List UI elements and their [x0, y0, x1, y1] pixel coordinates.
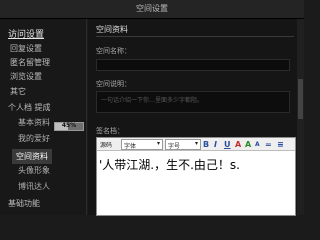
chevron-down-icon: ▾	[194, 140, 198, 147]
sidebar-item-other[interactable]: 其它	[10, 86, 26, 97]
editor-text: '人带江湖.，生不.由己！s.	[99, 158, 240, 172]
sidebar-item-hobbies[interactable]: 我的爱好	[18, 133, 50, 144]
space-desc-label: 空间说明：	[96, 80, 131, 88]
main-panel: 空间资料 空间名称： 空间说明： 一句话介绍一下你…里面多少字都阻。 签名档： …	[88, 19, 304, 216]
sidebar-item-anonymous[interactable]: 匿名留管理	[10, 57, 50, 68]
sidebar-item-profile[interactable]: 个人档 提成	[8, 102, 51, 113]
sidebar-header[interactable]: 访问设置	[8, 27, 44, 40]
align-center-button[interactable]: ≡	[277, 140, 284, 149]
editor-toolbar: 源码 字体 ▾ 字号 ▾ B I U A A A = ≡	[97, 138, 295, 151]
font-color-button[interactable]: A	[235, 140, 241, 149]
font-select-value: 字体	[124, 143, 137, 150]
sidebar-item-reply[interactable]: 回复设置	[10, 43, 42, 54]
sidebar-item-avatar[interactable]: 头像形象	[18, 165, 50, 176]
sidebar-divider	[86, 19, 87, 215]
sidebar-item-browse[interactable]: 浏览设置	[10, 71, 42, 82]
sidebar: 访问设置 回复设置 匿名留管理 浏览设置 其它 个人档 提成 45% 基本资料 …	[0, 19, 86, 215]
align-left-button[interactable]: =	[265, 140, 272, 149]
progress-text: 45%	[61, 122, 77, 129]
highlight-button[interactable]: A	[245, 140, 251, 149]
window-title: 空间设置	[136, 4, 168, 13]
sidebar-item-basic[interactable]: 基本资料	[18, 117, 50, 128]
size-select[interactable]: 字号 ▾	[165, 139, 201, 150]
profile-progress-bar: 45%	[54, 122, 84, 131]
chevron-down-icon: ▾	[156, 140, 160, 147]
title-bar: 空间设置	[0, 0, 304, 19]
underline-button[interactable]: U	[224, 140, 231, 149]
size-select-value: 字号	[168, 143, 181, 150]
italic-button[interactable]: I	[214, 140, 217, 149]
sidebar-item-space-profile[interactable]: 空间资料	[12, 149, 52, 164]
sidebar-item-expert[interactable]: 博讯达人	[18, 181, 50, 192]
scrollbar-thumb[interactable]	[298, 79, 303, 119]
signature-editor[interactable]: 源码 字体 ▾ 字号 ▾ B I U A A A = ≡ '人带江湖.，生不.由…	[96, 137, 296, 216]
scrollbar[interactable]	[297, 19, 304, 215]
sidebar-item-basic-functions[interactable]: 基础功能	[8, 198, 40, 209]
space-desc-textarea[interactable]: 一句话介绍一下你…里面多少字都阻。	[96, 91, 290, 113]
font-style-button[interactable]: A	[255, 141, 260, 148]
space-name-label: 空间名称：	[96, 47, 131, 55]
source-button[interactable]: 源码	[100, 140, 112, 149]
section-divider	[96, 36, 294, 37]
space-desc-placeholder: 一句话介绍一下你…里面多少字都阻。	[101, 97, 204, 104]
font-select[interactable]: 字体 ▾	[121, 139, 163, 150]
bold-button[interactable]: B	[203, 140, 209, 149]
section-title: 空间资料	[96, 25, 128, 34]
signature-label: 签名档：	[96, 127, 124, 135]
space-name-input[interactable]	[96, 59, 290, 71]
